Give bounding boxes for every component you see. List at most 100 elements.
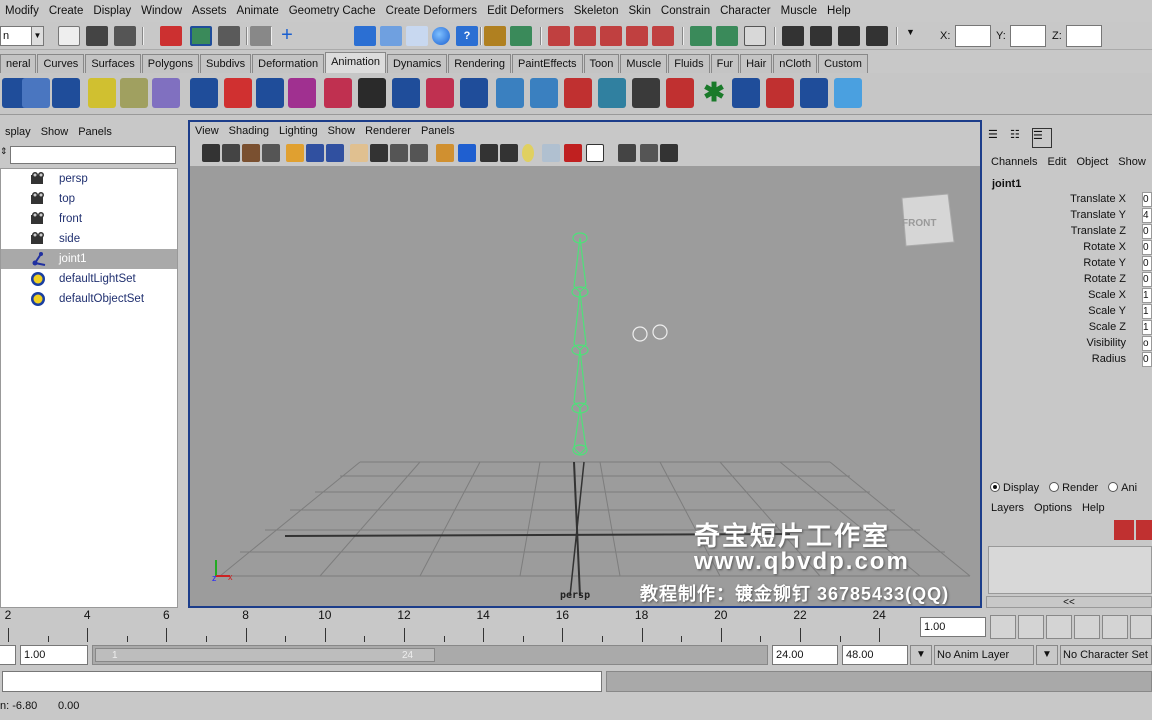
- chevron-down-icon[interactable]: ▼: [1036, 645, 1058, 665]
- transform-field-select[interactable]: ▼: [906, 26, 934, 46]
- channel-attribute-row[interactable]: Rotate Y 0: [986, 256, 1152, 272]
- isolate-icon[interactable]: [586, 144, 604, 162]
- channel-box-menu-item[interactable]: Object: [1071, 156, 1113, 168]
- outliner-item[interactable]: persp: [1, 169, 177, 189]
- menu-item[interactable]: Muscle: [776, 5, 822, 17]
- history-icon[interactable]: [626, 26, 648, 46]
- shelf-tab[interactable]: Dynamics: [386, 54, 448, 73]
- channel-attribute-value[interactable]: 0: [1142, 192, 1152, 207]
- outliner-menu-item[interactable]: Panels: [73, 126, 117, 138]
- channel-attribute-row[interactable]: Radius 0: [986, 352, 1152, 368]
- channel-attribute-row[interactable]: Rotate X 0: [986, 240, 1152, 256]
- make-live-icon[interactable]: [406, 26, 428, 46]
- new-layer-selected-icon[interactable]: [1136, 520, 1152, 540]
- viewport-menu-item[interactable]: Panels: [416, 125, 460, 137]
- menu-set-select[interactable]: n ▼: [0, 26, 44, 46]
- menu-item[interactable]: Window: [136, 5, 187, 17]
- channel-attribute-row[interactable]: Visibility o: [986, 336, 1152, 352]
- layer-menu-item[interactable]: Layers: [986, 502, 1029, 514]
- layer-menu-item[interactable]: Help: [1077, 502, 1110, 514]
- resolution-gate-icon[interactable]: [326, 144, 344, 162]
- menu-item[interactable]: Help: [822, 5, 856, 17]
- command-input[interactable]: [2, 671, 602, 692]
- keyframe-icon[interactable]: [666, 78, 694, 108]
- remove-joint-icon[interactable]: [288, 78, 316, 108]
- viewport-3d[interactable]: z x FRONT persp 奇宝短片工作室 www.qbvdp.com 教程…: [190, 166, 980, 606]
- outliner-menu-item[interactable]: splay: [0, 126, 36, 138]
- shelf-tab[interactable]: neral: [0, 54, 37, 73]
- menu-item[interactable]: Animate: [232, 5, 284, 17]
- snap-curve-icon[interactable]: [328, 26, 350, 46]
- texture-icon[interactable]: [500, 144, 518, 162]
- tool-settings-icon[interactable]: ☰: [1032, 128, 1052, 148]
- shelf-tab[interactable]: Animation: [325, 52, 386, 73]
- outliner-search-input[interactable]: [10, 146, 176, 164]
- shadow-icon[interactable]: [542, 144, 560, 162]
- outliner-item[interactable]: defaultObjectSet: [1, 289, 177, 309]
- y-input[interactable]: [1010, 25, 1046, 47]
- channel-box-menu-item[interactable]: Channels: [986, 156, 1042, 168]
- safe-title-icon[interactable]: [410, 144, 428, 162]
- menu-item[interactable]: Edit Deformers: [482, 5, 569, 17]
- snap-grid-icon[interactable]: +: [276, 25, 298, 46]
- channel-attribute-value[interactable]: 0: [1142, 240, 1152, 255]
- channel-attribute-value[interactable]: 0: [1142, 352, 1152, 367]
- channel-attribute-row[interactable]: Translate X 0: [986, 192, 1152, 208]
- shelf-tab[interactable]: Deformation: [252, 54, 325, 73]
- xray-icon[interactable]: [564, 144, 582, 162]
- constraint-icon[interactable]: [598, 78, 626, 108]
- ik-handle-icon[interactable]: [22, 78, 50, 108]
- select-hierarchy-icon[interactable]: [160, 26, 182, 46]
- channel-attribute-value[interactable]: o: [1142, 336, 1152, 351]
- outliner-item[interactable]: top: [1, 189, 177, 209]
- viewport-menu-item[interactable]: Show: [323, 125, 361, 137]
- viewport-menu-item[interactable]: Lighting: [274, 125, 323, 137]
- save-scene-icon[interactable]: [114, 26, 136, 46]
- joint-icon[interactable]: [190, 78, 218, 108]
- shelf-tab[interactable]: Curves: [37, 54, 85, 73]
- channel-box-icon[interactable]: ☰: [988, 128, 1006, 146]
- layer-menu-item[interactable]: Options: [1029, 502, 1077, 514]
- attribute-editor-icon[interactable]: ☷: [1010, 128, 1028, 146]
- bookmark-icon[interactable]: [242, 144, 260, 162]
- channel-attribute-row[interactable]: Translate Y 4: [986, 208, 1152, 224]
- channel-attribute-row[interactable]: Scale Z 1: [986, 320, 1152, 336]
- range-slider-handle[interactable]: 1 24: [95, 648, 435, 662]
- cluster-icon[interactable]: [732, 78, 760, 108]
- menu-item[interactable]: Constrain: [656, 5, 715, 17]
- channel-attribute-row[interactable]: Scale X 1: [986, 288, 1152, 304]
- channel-attribute-value[interactable]: 1: [1142, 288, 1152, 303]
- x-input[interactable]: [955, 25, 991, 47]
- wireframe-icon[interactable]: [436, 144, 454, 162]
- render-region-icon[interactable]: [716, 26, 738, 46]
- step-back-key-icon[interactable]: [1046, 615, 1072, 639]
- shelf-tab[interactable]: Surfaces: [85, 54, 141, 73]
- step-back-icon[interactable]: [1018, 615, 1044, 639]
- help-icon[interactable]: ?: [456, 26, 478, 46]
- shelf-tab[interactable]: PaintEffects: [512, 54, 583, 73]
- lighting-icon[interactable]: [522, 144, 534, 162]
- mirror-joint-icon[interactable]: [392, 78, 420, 108]
- menu-item[interactable]: Assets: [187, 5, 232, 17]
- input-ops-icon[interactable]: [548, 26, 570, 46]
- outliner-item[interactable]: front: [1, 209, 177, 229]
- render-sphere-icon[interactable]: [432, 27, 450, 45]
- channel-attribute-value[interactable]: 1: [1142, 304, 1152, 319]
- channel-box-menu-item[interactable]: Edit: [1042, 156, 1071, 168]
- split-icon[interactable]: [460, 78, 488, 108]
- character-icon[interactable]: [496, 78, 524, 108]
- playblast-icon[interactable]: [660, 144, 678, 162]
- viewport-menu-item[interactable]: View: [190, 125, 224, 137]
- shelf-tab[interactable]: nCloth: [773, 54, 818, 73]
- pick-mask-icon[interactable]: [510, 26, 532, 46]
- radio-icon[interactable]: [990, 482, 1000, 492]
- filter-arrows-icon[interactable]: ⇕: [0, 146, 9, 164]
- shelf-tab[interactable]: Fluids: [668, 54, 710, 73]
- snap-plane-icon[interactable]: [380, 26, 402, 46]
- grid-icon[interactable]: [286, 144, 304, 162]
- play-backward-icon[interactable]: [1074, 615, 1100, 639]
- new-layer-icon[interactable]: [1114, 520, 1134, 540]
- menu-item[interactable]: Character: [715, 5, 776, 17]
- anim-end-input[interactable]: 48.00: [842, 645, 908, 665]
- channel-box-menu-item[interactable]: Show: [1113, 156, 1151, 168]
